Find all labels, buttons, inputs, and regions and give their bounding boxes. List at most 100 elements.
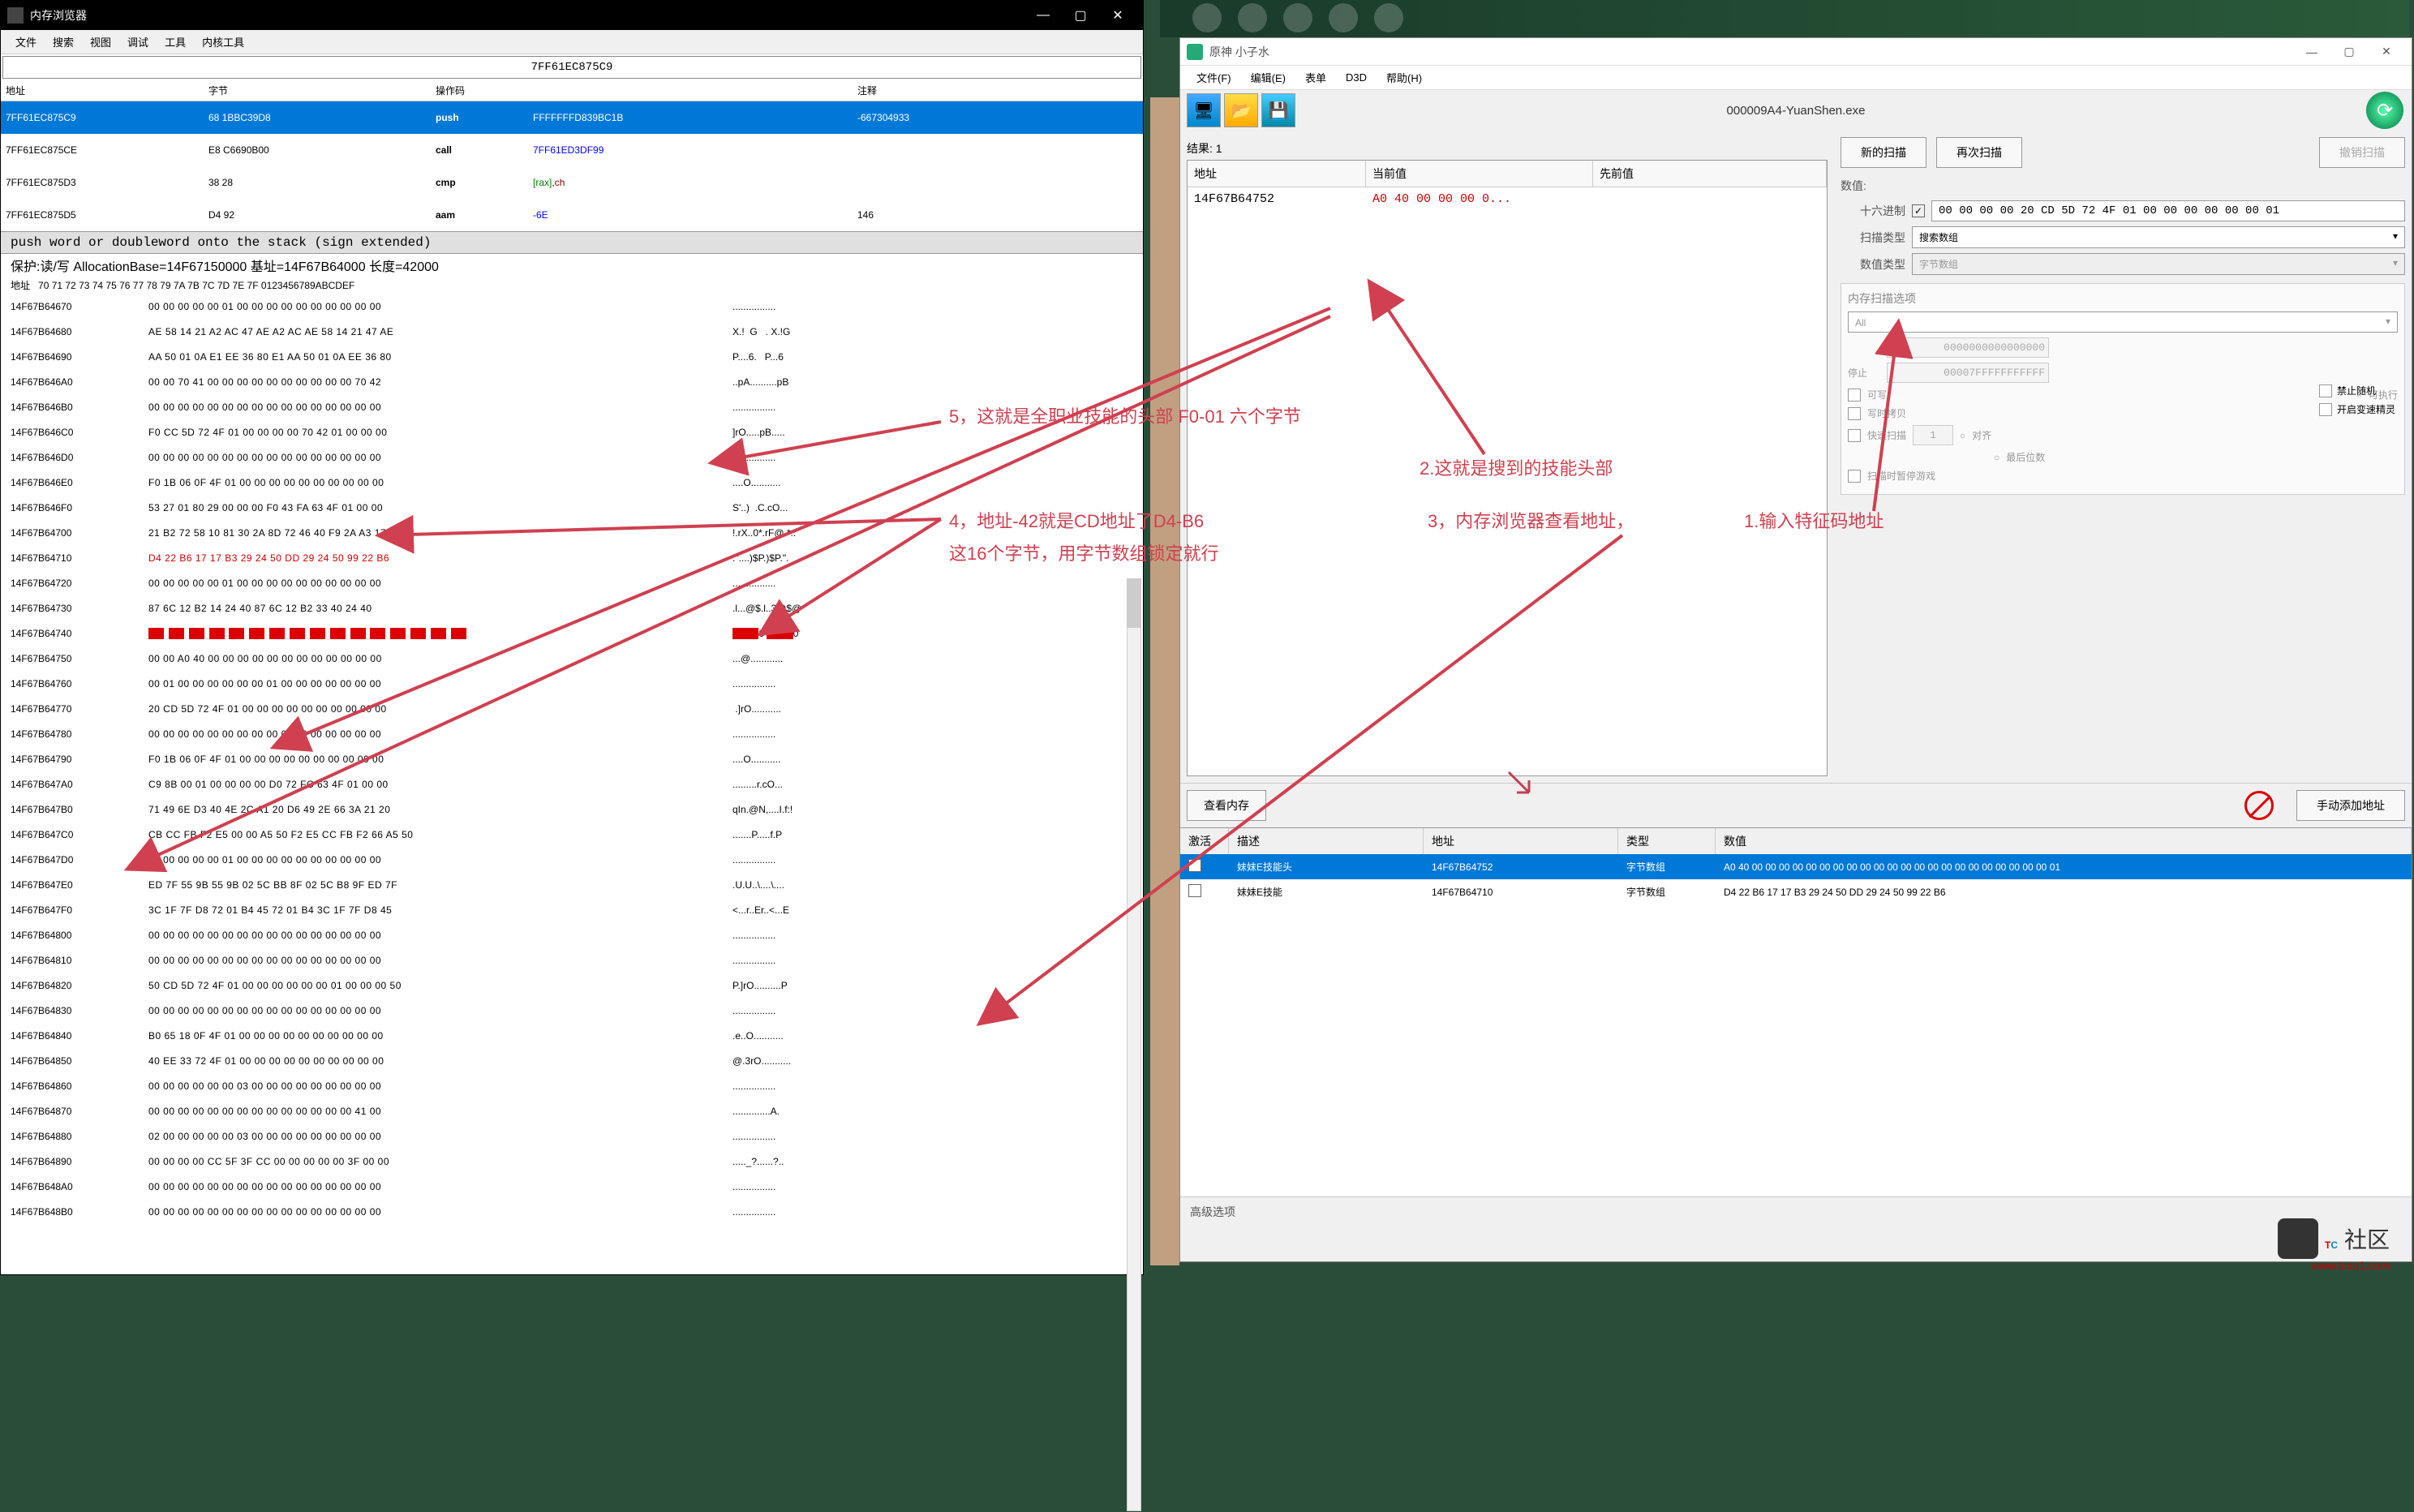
hex-row[interactable]: 14F67B64680AE 58 14 21 A2 AC 47 AE A2 AC… — [1, 320, 1143, 345]
address-list[interactable]: 激活 描述 地址 类型 数值 妹妹E技能头14F67B64752字节数组A0 4… — [1180, 827, 2412, 1196]
hex-row[interactable]: 14F67B6488002 00 00 00 00 00 03 00 00 00… — [1, 1124, 1143, 1149]
hex-row[interactable]: 14F67B648B000 00 00 00 00 00 00 00 00 00… — [1, 1200, 1143, 1225]
hex-row[interactable]: 14F67B6487000 00 00 00 00 00 00 00 00 00… — [1, 1099, 1143, 1124]
hex-row[interactable]: 14F67B647C0CB CC FB F2 E5 00 00 A5 50 F2… — [1, 823, 1143, 848]
result-row[interactable]: 14F67B64752 A0 40 00 00 00 0... — [1188, 187, 1827, 211]
hex-row[interactable]: 14F67B646A000 00 70 41 00 00 00 00 00 00… — [1, 370, 1143, 395]
value-type-select[interactable]: 字节数组 ▾ — [1912, 253, 2405, 275]
scan-type-label: 扫描类型 — [1841, 230, 1905, 246]
hex-row[interactable]: 14F67B646F053 27 01 80 29 00 00 00 F0 43… — [1, 496, 1143, 521]
hex-row[interactable]: 14F67B648A000 00 00 00 00 00 00 00 00 00… — [1, 1175, 1143, 1200]
hex-row[interactable]: 14F67B646B000 00 00 00 00 00 00 00 00 00… — [1, 395, 1143, 420]
scan-results-list[interactable]: 地址 当前值 先前值 14F67B64752 A0 40 00 00 00 0.… — [1187, 160, 1828, 776]
menu-item[interactable]: 表单 — [1295, 67, 1336, 88]
menu-item[interactable]: 内核工具 — [194, 31, 252, 53]
hex-row[interactable]: 14F67B6482050 CD 5D 72 4F 01 00 00 00 00… — [1, 973, 1143, 999]
menu-item[interactable]: 编辑(E) — [1241, 67, 1295, 88]
pause-game-checkbox[interactable] — [1848, 470, 1861, 483]
hex-row[interactable]: 14F67B647D000 00 00 00 00 01 00 00 00 00… — [1, 848, 1143, 873]
hex-checkbox[interactable] — [1912, 204, 1925, 217]
maximize-button[interactable]: ▢ — [2330, 38, 2368, 66]
disassembly-row[interactable]: 7FF61EC875D338 28cmp[rax],ch — [1, 166, 1143, 199]
hex-row[interactable]: 14F67B6478000 00 00 00 00 00 00 00 00 00… — [1, 722, 1143, 747]
address-list-row[interactable]: 妹妹E技能头14F67B64752字节数组A0 40 00 00 00 00 0… — [1180, 854, 2412, 879]
disassembly-list[interactable]: 7FF61EC875C968 1BBC39D8pushFFFFFFFD839BC… — [1, 101, 1143, 231]
hex-row[interactable]: 14F67B64840B0 65 18 0F 4F 01 00 00 00 00… — [1, 1024, 1143, 1049]
memory-region-select[interactable]: All ▾ — [1848, 311, 2398, 333]
fast-scan-checkbox[interactable] — [1848, 429, 1861, 442]
hex-row[interactable]: 14F67B646E0F0 1B 06 0F 4F 01 00 00 00 00… — [1, 470, 1143, 496]
hex-row[interactable]: 14F67B64740XX XX XX XX XX XX XX XX XX XX… — [1, 621, 1143, 646]
view-memory-button[interactable]: 查看内存 — [1187, 790, 1266, 821]
menu-item[interactable]: 文件(F) — [1187, 67, 1241, 88]
new-scan-button[interactable]: 新的扫描 — [1841, 137, 1926, 168]
scan-type-select[interactable]: 搜索数组 ▾ — [1912, 226, 2405, 248]
prohibit-icon[interactable] — [2244, 791, 2274, 820]
enable-speed-checkbox[interactable] — [2319, 403, 2332, 416]
menu-item[interactable]: 视图 — [82, 31, 119, 53]
header-address: 地址 — [1, 82, 204, 99]
activate-checkbox[interactable] — [1188, 859, 1201, 872]
hex-row[interactable]: 14F67B646C0F0 CC 5D 72 4F 01 00 00 00 00… — [1, 420, 1143, 445]
hex-row[interactable]: 14F67B6472000 00 00 00 00 01 00 00 00 00… — [1, 571, 1143, 596]
save-button[interactable]: 💾 — [1261, 93, 1295, 127]
hex-row[interactable]: 14F67B647B071 49 6E D3 40 4E 2C A1 20 D6… — [1, 797, 1143, 823]
hex-row[interactable]: 14F67B6485040 EE 33 72 4F 01 00 00 00 00… — [1, 1049, 1143, 1074]
close-button[interactable]: ✕ — [2368, 38, 2405, 66]
copyonwrite-checkbox[interactable] — [1848, 407, 1861, 420]
scrollbar[interactable] — [1127, 578, 1141, 1511]
hex-row[interactable]: 14F67B6489000 00 00 00 CC 5F 3F CC 00 00… — [1, 1149, 1143, 1175]
disable-random-checkbox[interactable] — [2319, 384, 2332, 397]
minimize-button[interactable]: — — [2293, 38, 2330, 66]
hex-row[interactable]: 14F67B6467000 00 00 00 00 01 00 00 00 00… — [1, 294, 1143, 320]
menu-item[interactable]: 帮助(H) — [1377, 67, 1432, 88]
hex-row[interactable]: 14F67B6486000 00 00 00 00 00 03 00 00 00… — [1, 1074, 1143, 1099]
manual-add-address-button[interactable]: 手动添加地址 — [2296, 790, 2405, 821]
scan-value-input[interactable] — [1931, 200, 2405, 221]
menu-item[interactable]: D3D — [1336, 68, 1377, 87]
fast-scan-value-input[interactable] — [1913, 425, 1953, 445]
maximize-button[interactable]: ▢ — [1062, 1, 1099, 30]
disassembly-row[interactable]: 7FF61EC875CEE8 C6690B00call7FF61ED3DF99 — [1, 134, 1143, 166]
hex-row[interactable]: 14F67B64690AA 50 01 0A E1 EE 36 80 E1 AA… — [1, 345, 1143, 370]
undo-scan-button[interactable]: 撤销扫描 — [2319, 137, 2405, 168]
watermark-url: www.tcsq1.com — [2311, 1259, 2390, 1272]
writable-checkbox[interactable] — [1848, 389, 1861, 402]
hex-row[interactable]: 14F67B647A0C9 8B 00 01 00 00 00 00 D0 72… — [1, 772, 1143, 797]
select-process-button[interactable]: 🖥 — [1187, 93, 1221, 127]
next-scan-button[interactable]: 再次扫描 — [1936, 137, 2022, 168]
hex-row[interactable]: 14F67B6477020 CD 5D 72 4F 01 00 00 00 00… — [1, 697, 1143, 722]
disassembly-row[interactable]: 7FF61EC875C968 1BBC39D8pushFFFFFFFD839BC… — [1, 101, 1143, 134]
hex-row[interactable]: 14F67B6476000 01 00 00 00 00 00 00 01 00… — [1, 672, 1143, 697]
stop-address-input[interactable] — [1887, 363, 2049, 383]
writable-label: 可写 — [1867, 388, 1887, 402]
scrollbar-thumb[interactable] — [1128, 579, 1140, 628]
menu-item[interactable]: 搜索 — [45, 31, 82, 53]
close-button[interactable]: ✕ — [1099, 1, 1136, 30]
menu-item[interactable]: 工具 — [157, 31, 194, 53]
minimize-button[interactable]: — — [1024, 1, 1062, 30]
hex-row[interactable]: 14F67B64790F0 1B 06 0F 4F 01 00 00 00 00… — [1, 747, 1143, 772]
hex-row[interactable]: 14F67B6480000 00 00 00 00 00 00 00 00 00… — [1, 923, 1143, 948]
hex-row[interactable]: 14F67B647E0ED 7F 55 9B 55 9B 02 5C BB 8F… — [1, 873, 1143, 898]
hex-row[interactable]: 14F67B6483000 00 00 00 00 00 00 00 00 00… — [1, 999, 1143, 1024]
hex-row[interactable]: 14F67B6473087 6C 12 B2 14 24 40 87 6C 12… — [1, 596, 1143, 621]
hex-row[interactable]: 14F67B646D000 00 00 00 00 00 00 00 00 00… — [1, 445, 1143, 470]
disassembly-row[interactable]: 7FF61EC875D5D4 92aam-6E146 — [1, 199, 1143, 231]
start-address-input[interactable] — [1887, 337, 2049, 358]
advanced-options[interactable]: 高级选项 — [1180, 1196, 2412, 1226]
hex-row[interactable]: 14F67B6481000 00 00 00 00 00 00 00 00 00… — [1, 948, 1143, 973]
menu-item[interactable]: 文件 — [7, 31, 45, 53]
open-button[interactable]: 📂 — [1224, 93, 1258, 127]
hex-row[interactable]: 14F67B647F03C 1F 7F D8 72 01 B4 45 72 01… — [1, 898, 1143, 923]
activate-checkbox[interactable] — [1188, 884, 1201, 897]
cheat-engine-logo-icon[interactable]: ⟳ — [2366, 92, 2403, 129]
menu-item[interactable]: 调试 — [119, 31, 157, 53]
hex-row[interactable]: 14F67B6475000 00 A0 40 00 00 00 00 00 00… — [1, 646, 1143, 672]
hex-row[interactable]: 14F67B64710D4 22 B6 17 17 B3 29 24 50 DD… — [1, 546, 1143, 571]
address-list-row[interactable]: 妹妹E技能14F67B64710字节数组D4 22 B6 17 17 B3 29… — [1180, 879, 2412, 904]
hex-view[interactable]: 保护:读/写 AllocationBase=14F67150000 基址=14F… — [1, 254, 1143, 1225]
hex-row[interactable]: 14F67B6470021 B2 72 58 10 81 30 2A 8D 72… — [1, 521, 1143, 546]
watermark: TC 社区 www.tcsq1.com — [2278, 1218, 2390, 1259]
address-input[interactable] — [3, 61, 1140, 74]
